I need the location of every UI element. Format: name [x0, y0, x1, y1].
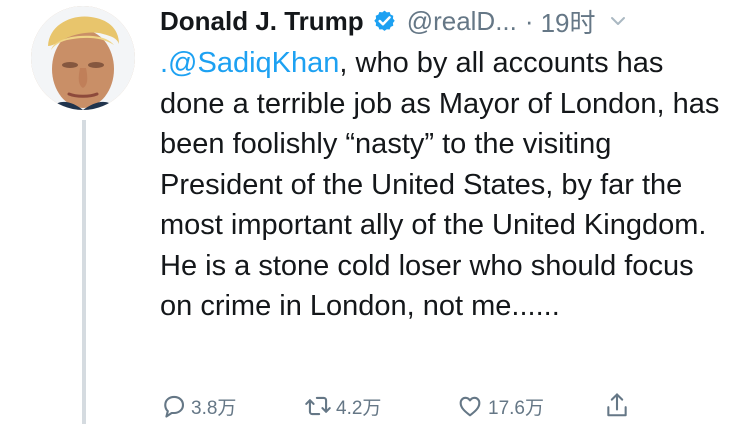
author-avatar[interactable] — [31, 6, 135, 110]
chevron-down-icon[interactable] — [609, 12, 627, 30]
tweet-header: Donald J. Trump @realD... · 19时 — [160, 2, 730, 40]
author-handle[interactable]: @realD... — [407, 6, 517, 37]
like-count: 17.6万 — [488, 397, 544, 419]
avatar-portrait — [31, 6, 135, 110]
reply-icon — [160, 392, 188, 420]
tweet-timestamp[interactable]: 19时 — [541, 3, 596, 40]
conversation-thread-line — [82, 120, 86, 424]
mention-link[interactable]: .@SadiqKhan — [160, 47, 339, 79]
tweet-actions: 3.8万 4.2万 17.6万 — [160, 388, 640, 424]
tweet-text: .@SadiqKhan, who by all accounts has don… — [160, 43, 730, 327]
retweet-icon — [303, 392, 333, 420]
header-separator: · — [524, 5, 534, 36]
share-button[interactable] — [603, 388, 631, 424]
retweet-count: 4.2万 — [336, 397, 382, 419]
reply-button[interactable]: 3.8万 — [160, 388, 236, 424]
author-name[interactable]: Donald J. Trump — [160, 6, 364, 37]
heart-icon — [455, 392, 485, 420]
share-icon — [603, 391, 631, 421]
retweet-button[interactable]: 4.2万 — [303, 388, 381, 424]
like-button[interactable]: 17.6万 — [455, 388, 544, 424]
tweet-text-content: , who by all accounts has done a terribl… — [160, 47, 720, 322]
reply-count: 3.8万 — [191, 397, 237, 419]
verified-badge-icon — [372, 9, 397, 34]
